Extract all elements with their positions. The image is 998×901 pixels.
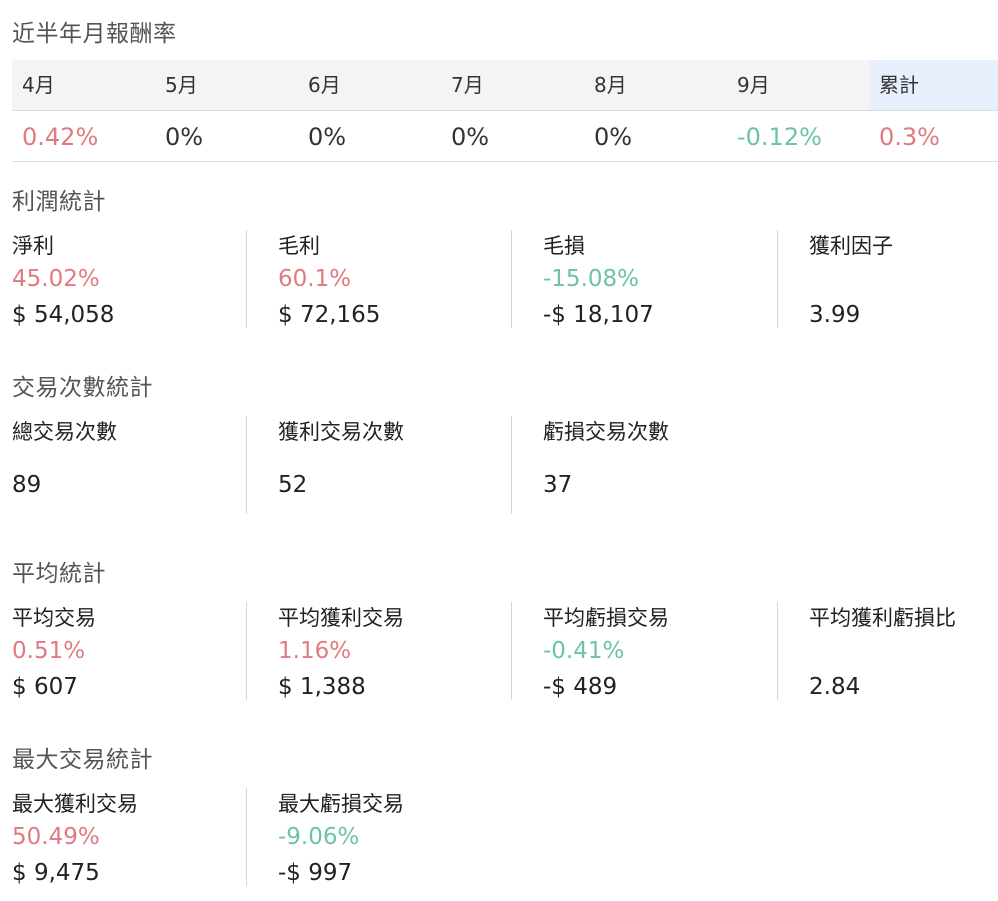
month-header-jul: 7月 bbox=[451, 73, 484, 97]
losing-trades-label: 虧損交易次數 bbox=[543, 420, 669, 444]
gross-loss-percent: -15.08% bbox=[543, 266, 639, 292]
gross-profit-stat: 毛利 60.1% $ 72,165 bbox=[246, 230, 511, 328]
win-loss-ratio-label: 平均獲利虧損比 bbox=[809, 606, 956, 630]
max-loss-amount: -$ 997 bbox=[278, 860, 353, 886]
profit-factor-value: 3.99 bbox=[809, 302, 861, 328]
total-trades-value: 89 bbox=[12, 472, 42, 498]
gross-profit-amount: $ 72,165 bbox=[278, 302, 381, 328]
monthly-header-row: 4月 5月 6月 7月 8月 9月 累計 bbox=[12, 60, 998, 111]
max-win-label: 最大獲利交易 bbox=[12, 792, 138, 816]
average-stats-title: 平均統計 bbox=[12, 561, 106, 587]
monthly-return-table: 4月 5月 6月 7月 8月 9月 累計 0.42% 0% 0% 0% 0% -… bbox=[12, 60, 998, 162]
max-trade-title: 最大交易統計 bbox=[12, 747, 153, 773]
month-value-aug: 0% bbox=[594, 123, 633, 151]
month-value-jun: 0% bbox=[308, 123, 347, 151]
total-trades-label: 總交易次數 bbox=[12, 420, 117, 444]
max-loss-percent: -9.06% bbox=[278, 824, 360, 850]
avg-win-label: 平均獲利交易 bbox=[278, 606, 404, 630]
avg-win-percent: 1.16% bbox=[278, 638, 352, 664]
max-win-stat: 最大獲利交易 50.49% $ 9,475 bbox=[12, 788, 247, 886]
total-trades-stat: 總交易次數 89 bbox=[12, 416, 247, 514]
avg-trade-percent: 0.51% bbox=[12, 638, 86, 664]
avg-trade-amount: $ 607 bbox=[12, 674, 78, 700]
gross-profit-label: 毛利 bbox=[278, 234, 320, 258]
avg-win-amount: $ 1,388 bbox=[278, 674, 366, 700]
max-win-percent: 50.49% bbox=[12, 824, 100, 850]
avg-loss-percent: -0.41% bbox=[543, 638, 625, 664]
net-profit-percent: 45.02% bbox=[12, 266, 100, 292]
winning-trades-stat: 獲利交易次數 52 bbox=[246, 416, 511, 514]
monthly-return-title: 近半年月報酬率 bbox=[12, 21, 177, 47]
winning-trades-value: 52 bbox=[278, 472, 308, 498]
month-header-jun: 6月 bbox=[308, 73, 341, 97]
stats-panel: 近半年月報酬率 4月 5月 6月 7月 8月 9月 累計 0.42% 0% 0%… bbox=[0, 0, 998, 901]
max-loss-label: 最大虧損交易 bbox=[278, 792, 404, 816]
month-header-apr: 4月 bbox=[22, 73, 55, 97]
avg-loss-stat: 平均虧損交易 -0.41% -$ 489 bbox=[511, 602, 777, 700]
month-header-may: 5月 bbox=[165, 73, 198, 97]
monthly-value-row: 0.42% 0% 0% 0% 0% -0.12% 0.3% bbox=[12, 111, 998, 162]
month-header-sep: 9月 bbox=[737, 73, 770, 97]
avg-loss-label: 平均虧損交易 bbox=[543, 606, 669, 630]
net-profit-amount: $ 54,058 bbox=[12, 302, 115, 328]
losing-trades-value: 37 bbox=[543, 472, 573, 498]
losing-trades-stat: 虧損交易次數 37 bbox=[511, 416, 777, 514]
gross-loss-stat: 毛損 -15.08% -$ 18,107 bbox=[511, 230, 777, 328]
trade-count-title: 交易次數統計 bbox=[12, 375, 153, 401]
month-value-may: 0% bbox=[165, 123, 204, 151]
month-header-aug: 8月 bbox=[594, 73, 627, 97]
month-value-cumulative: 0.3% bbox=[879, 123, 940, 151]
max-loss-stat: 最大虧損交易 -9.06% -$ 997 bbox=[246, 788, 511, 886]
avg-win-stat: 平均獲利交易 1.16% $ 1,388 bbox=[246, 602, 511, 700]
profit-factor-stat: 獲利因子 3.99 bbox=[777, 230, 998, 328]
winning-trades-label: 獲利交易次數 bbox=[278, 420, 404, 444]
gross-loss-amount: -$ 18,107 bbox=[543, 302, 654, 328]
net-profit-label: 淨利 bbox=[12, 234, 54, 258]
max-win-amount: $ 9,475 bbox=[12, 860, 100, 886]
month-header-cumulative: 累計 bbox=[869, 60, 998, 110]
net-profit-stat: 淨利 45.02% $ 54,058 bbox=[12, 230, 247, 328]
month-value-apr: 0.42% bbox=[22, 123, 99, 151]
avg-loss-amount: -$ 489 bbox=[543, 674, 618, 700]
avg-trade-label: 平均交易 bbox=[12, 606, 96, 630]
avg-trade-stat: 平均交易 0.51% $ 607 bbox=[12, 602, 247, 700]
gross-profit-percent: 60.1% bbox=[278, 266, 352, 292]
gross-loss-label: 毛損 bbox=[543, 234, 585, 258]
profit-stats-title: 利潤統計 bbox=[12, 189, 106, 215]
month-value-jul: 0% bbox=[451, 123, 490, 151]
win-loss-ratio-value: 2.84 bbox=[809, 674, 861, 700]
profit-factor-label: 獲利因子 bbox=[809, 234, 893, 258]
win-loss-ratio-stat: 平均獲利虧損比 2.84 bbox=[777, 602, 998, 700]
month-value-sep: -0.12% bbox=[737, 123, 822, 151]
